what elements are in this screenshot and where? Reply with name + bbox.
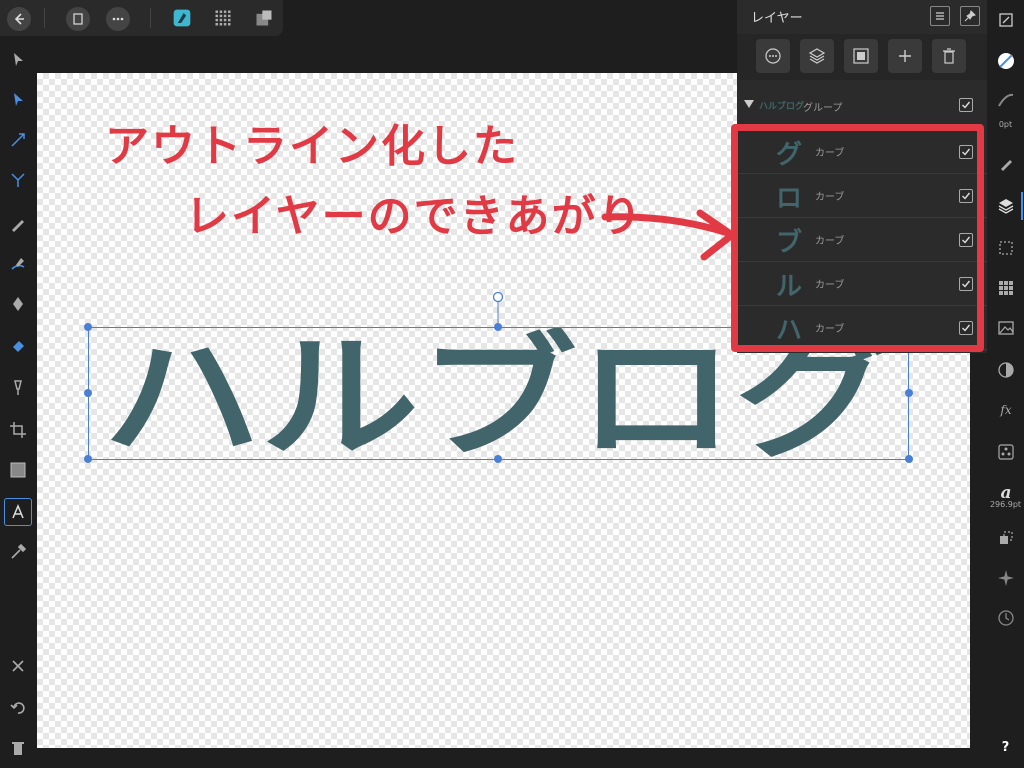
fill-tool-icon[interactable] bbox=[4, 332, 32, 360]
stroke-width-label: 0pt bbox=[998, 120, 1013, 129]
designer-persona-icon[interactable] bbox=[170, 6, 194, 30]
add-layer-icon[interactable] bbox=[888, 39, 922, 73]
crop-tool-icon[interactable] bbox=[4, 416, 32, 444]
back-arrow-icon[interactable] bbox=[7, 7, 31, 31]
adjustments-icon[interactable] bbox=[992, 356, 1020, 384]
undo-icon[interactable] bbox=[4, 694, 32, 722]
fullscreen-icon[interactable] bbox=[992, 6, 1020, 34]
group-thumbnail: ハルブログ bbox=[759, 102, 805, 112]
brush-icon[interactable] bbox=[992, 150, 1020, 178]
transparency-tool-icon[interactable] bbox=[4, 374, 32, 402]
document-icon[interactable] bbox=[66, 7, 90, 31]
layers-title: レイヤー bbox=[751, 11, 803, 26]
group-label: グループ bbox=[803, 103, 843, 114]
export-persona-icon[interactable] bbox=[252, 6, 276, 30]
trash-icon[interactable] bbox=[4, 734, 32, 762]
tools-panel bbox=[0, 40, 36, 768]
pin-icon[interactable] bbox=[960, 6, 980, 26]
node-tool-icon[interactable] bbox=[4, 86, 32, 114]
help-button[interactable]: ? bbox=[987, 740, 1024, 755]
swatches-icon[interactable] bbox=[992, 274, 1020, 302]
effects-icon[interactable] bbox=[992, 234, 1020, 262]
top-toolbar bbox=[0, 0, 283, 36]
history-icon[interactable] bbox=[992, 604, 1020, 632]
pixel-persona-icon[interactable] bbox=[211, 6, 235, 30]
color-icon[interactable] bbox=[992, 47, 1020, 75]
more-dots-icon[interactable] bbox=[106, 7, 130, 31]
move-tool-icon[interactable] bbox=[4, 46, 32, 74]
close-icon[interactable] bbox=[4, 652, 32, 680]
layers-actions bbox=[737, 34, 987, 80]
annotation-highlight-box bbox=[731, 124, 984, 352]
app-window: ハルブログ アウトライン化した レイヤーのできあがり レイヤー ハルブログ グル… bbox=[0, 0, 1024, 768]
shape-tool-icon[interactable] bbox=[4, 456, 32, 484]
styles-icon[interactable] bbox=[992, 438, 1020, 466]
navigator-icon[interactable] bbox=[992, 564, 1020, 592]
corner-tool-icon[interactable] bbox=[4, 166, 32, 194]
fx-icon[interactable]: fx bbox=[992, 396, 1020, 424]
artistic-text-tool-icon[interactable] bbox=[4, 498, 32, 526]
stack-layers-icon[interactable] bbox=[800, 39, 834, 73]
annotation-line-1: アウトライン化した bbox=[105, 121, 519, 172]
active-indicator bbox=[1021, 192, 1023, 220]
image-icon[interactable] bbox=[992, 314, 1020, 342]
font-size-label: 296.9pt bbox=[989, 500, 1022, 509]
transform-icon[interactable] bbox=[992, 524, 1020, 552]
layers-header: レイヤー bbox=[737, 0, 987, 32]
svg-text:a: a bbox=[1000, 483, 1011, 501]
vector-brush-icon[interactable] bbox=[4, 250, 32, 278]
stroke-icon[interactable] bbox=[992, 86, 1020, 114]
annotation-arrow bbox=[601, 209, 736, 261]
delete-layer-icon[interactable] bbox=[932, 39, 966, 73]
layer-group-row[interactable]: ハルブログ グループ bbox=[737, 92, 987, 120]
layer-options-icon[interactable] bbox=[756, 39, 790, 73]
studio-bar: 0pt fx a 296.9pt ? bbox=[987, 0, 1024, 768]
panel-menu-icon[interactable] bbox=[930, 6, 950, 26]
pen-tool-icon[interactable] bbox=[4, 290, 32, 318]
color-picker-icon[interactable] bbox=[4, 538, 32, 566]
group-visibility-checkbox[interactable] bbox=[959, 98, 973, 112]
expand-triangle-icon[interactable] bbox=[744, 100, 754, 108]
point-transform-icon[interactable] bbox=[4, 126, 32, 154]
annotation-line-2: レイヤーのできあがり bbox=[185, 191, 644, 242]
layers-icon[interactable] bbox=[992, 192, 1020, 220]
pencil-tool-icon[interactable] bbox=[4, 210, 32, 238]
mask-layer-icon[interactable] bbox=[844, 39, 878, 73]
svg-text:fx: fx bbox=[999, 403, 1011, 417]
